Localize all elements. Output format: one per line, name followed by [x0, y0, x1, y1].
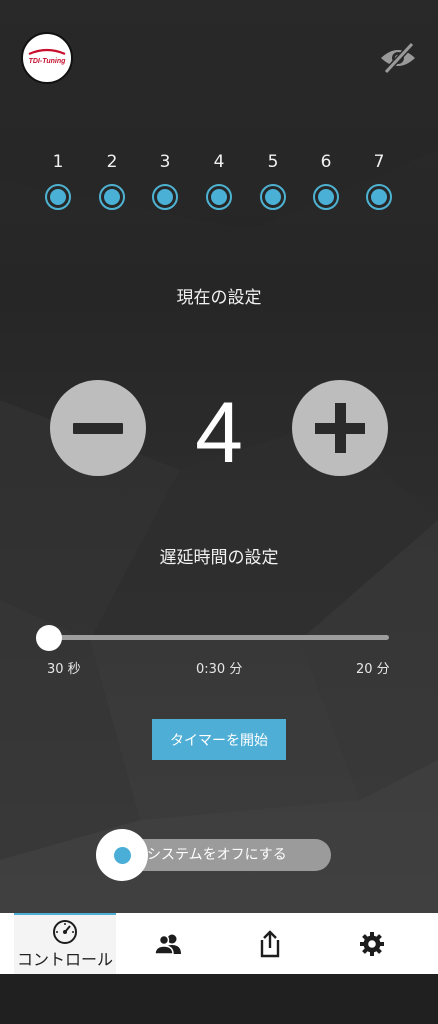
system-bottom-bar — [0, 974, 438, 1024]
step-6[interactable]: 6 — [296, 150, 356, 210]
slider-max-label: 20 分 — [356, 662, 390, 677]
step-dot — [45, 184, 71, 210]
step-number: 2 — [106, 152, 118, 172]
start-timer-button[interactable]: タイマーを開始 — [152, 719, 286, 760]
step-2[interactable]: 2 — [82, 150, 142, 210]
plus-icon — [315, 403, 365, 453]
decrease-button[interactable] — [50, 380, 146, 476]
logo-text: TDI-Tuning — [29, 58, 67, 65]
gear-icon — [360, 931, 384, 956]
step-dot — [366, 184, 392, 210]
gauge-icon — [53, 920, 77, 944]
bottom-navigation: コントロール — [0, 913, 438, 974]
increase-button[interactable] — [292, 380, 388, 476]
step-dot — [206, 184, 232, 210]
step-7[interactable]: 7 — [349, 150, 409, 210]
app-screen: TDI-Tuning 1 2 3 4 5 6 7 現在の設定 4 遅延時間の設定… — [0, 0, 438, 974]
system-toggle-label: システムをオフにする — [147, 847, 287, 863]
step-dot — [99, 184, 125, 210]
delay-setting-title: 遅延時間の設定 — [159, 548, 279, 568]
step-number: 1 — [52, 152, 64, 172]
step-number: 4 — [213, 152, 225, 172]
system-toggle-knob[interactable] — [96, 829, 148, 881]
current-setting-title: 現在の設定 — [176, 288, 262, 308]
delay-slider-thumb[interactable] — [36, 625, 62, 651]
step-dot — [152, 184, 178, 210]
step-indicator: 1 2 3 4 5 6 7 — [30, 150, 410, 214]
current-level-value: 4 — [195, 385, 243, 481]
step-number: 6 — [320, 152, 332, 172]
nav-users[interactable] — [140, 913, 196, 974]
step-5[interactable]: 5 — [243, 150, 303, 210]
step-4[interactable]: 4 — [189, 150, 249, 210]
step-1[interactable]: 1 — [28, 150, 88, 210]
tdi-tuning-logo: TDI-Tuning — [21, 32, 73, 84]
step-3[interactable]: 3 — [135, 150, 195, 210]
minus-icon — [73, 422, 123, 434]
eye-slash-icon[interactable] — [378, 40, 418, 76]
step-number: 7 — [373, 152, 385, 172]
share-icon — [260, 929, 280, 957]
users-icon — [154, 934, 181, 955]
nav-control-label: コントロール — [16, 950, 113, 969]
step-dot — [313, 184, 339, 210]
slider-min-label: 30 秒 — [47, 662, 81, 677]
step-number: 5 — [267, 152, 279, 172]
step-dot — [260, 184, 286, 210]
delay-slider-track[interactable] — [48, 635, 389, 640]
step-number: 3 — [159, 152, 171, 172]
nav-settings[interactable] — [344, 913, 400, 974]
nav-control[interactable]: コントロール — [14, 913, 116, 974]
nav-share[interactable] — [242, 913, 298, 974]
slider-current-label: 0:30 分 — [196, 662, 243, 677]
